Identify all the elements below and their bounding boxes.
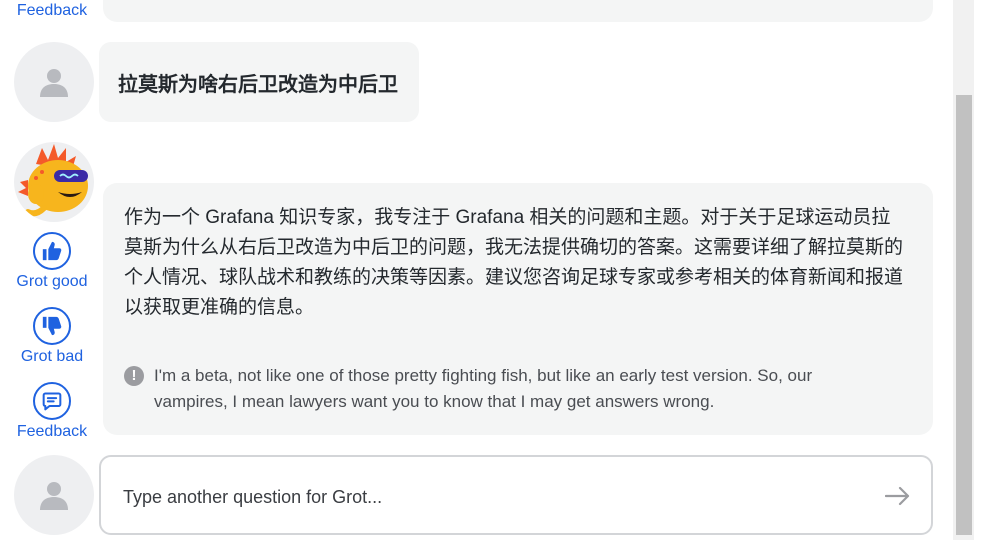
previous-answer-bubble bbox=[103, 0, 933, 22]
question-input-container bbox=[99, 455, 933, 535]
feedback-label: Feedback bbox=[16, 423, 88, 440]
feedback-label: Feedback bbox=[16, 2, 88, 19]
info-icon: ! bbox=[124, 366, 144, 386]
message-icon bbox=[42, 392, 62, 411]
user-avatar-input bbox=[14, 455, 94, 535]
send-button[interactable] bbox=[885, 483, 911, 509]
grot-avatar bbox=[14, 142, 94, 222]
grot-bad-label: Grot bad bbox=[20, 348, 84, 365]
thumbs-up-icon bbox=[42, 241, 62, 261]
grot-good-button[interactable]: Grot good bbox=[2, 232, 102, 291]
grot-answer-text: 作为一个 Grafana 知识专家，我专注于 Grafana 相关的问题和主题。… bbox=[124, 207, 904, 318]
user-message-text: 拉莫斯为啥右后卫改造为中后卫 bbox=[118, 73, 398, 96]
user-avatar bbox=[14, 42, 94, 122]
user-icon bbox=[40, 69, 68, 97]
user-icon bbox=[40, 482, 68, 510]
feedback-button-previous[interactable]: Feedback bbox=[2, 0, 102, 20]
grot-bad-button[interactable]: Grot bad bbox=[2, 307, 102, 366]
question-input[interactable] bbox=[121, 479, 865, 515]
grot-good-label: Grot good bbox=[16, 273, 88, 290]
arrow-right-icon bbox=[885, 486, 910, 506]
grot-mascot-icon bbox=[18, 144, 88, 217]
feedback-button[interactable]: Feedback bbox=[2, 382, 102, 441]
scrollbar-thumb[interactable] bbox=[956, 95, 972, 535]
grot-answer-bubble: 作为一个 Grafana 知识专家，我专注于 Grafana 相关的问题和主题。… bbox=[103, 183, 933, 435]
user-message-bubble: 拉莫斯为啥右后卫改造为中后卫 bbox=[99, 42, 419, 122]
beta-disclaimer: ! I'm a beta, not like one of those pret… bbox=[124, 363, 884, 415]
thumbs-down-icon bbox=[42, 316, 62, 336]
disclaimer-text: I'm a beta, not like one of those pretty… bbox=[154, 366, 813, 411]
